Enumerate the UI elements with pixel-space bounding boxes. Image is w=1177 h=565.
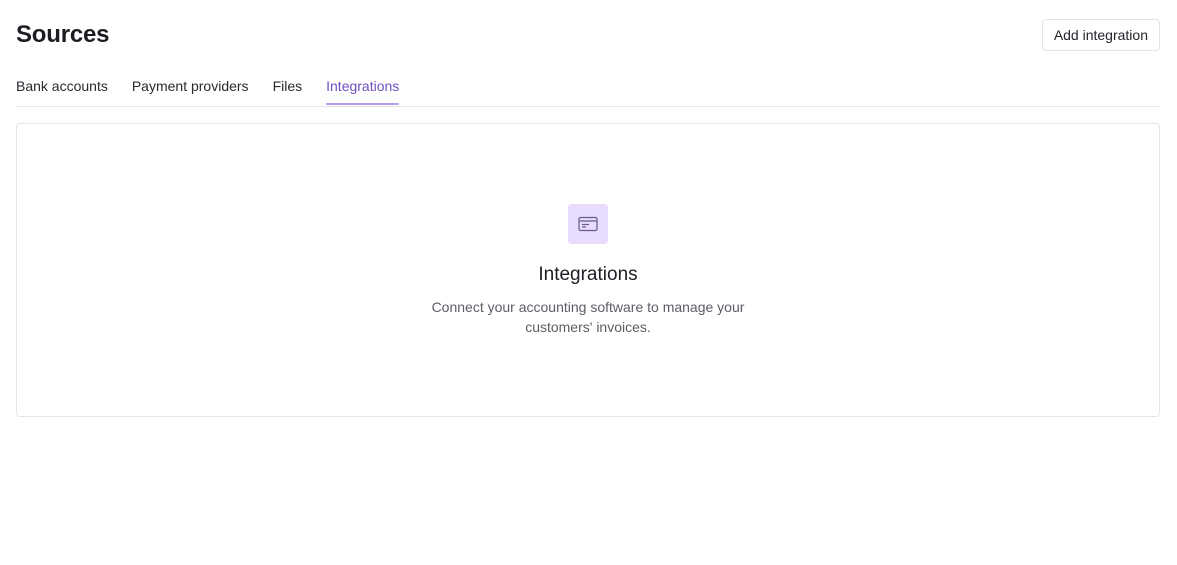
tab-payment-providers[interactable]: Payment providers — [132, 72, 249, 105]
integrations-panel: Integrations Connect your accounting sof… — [16, 123, 1160, 417]
tab-bank-accounts[interactable]: Bank accounts — [16, 72, 108, 105]
add-integration-button[interactable]: Add integration — [1041, 19, 1160, 51]
tab-files[interactable]: Files — [273, 72, 303, 105]
page-title: Sources — [16, 21, 110, 48]
tab-integrations[interactable]: Integrations — [326, 72, 400, 105]
sources-page: Sources Add integration Bank accounts Pa… — [0, 0, 1177, 565]
empty-state-title: Integrations — [538, 264, 638, 285]
page-header: Sources Add integration — [16, 19, 1160, 51]
empty-state-icon-tile — [568, 204, 608, 244]
empty-state: Integrations Connect your accounting sof… — [17, 204, 1159, 337]
empty-state-description: Connect your accounting software to mana… — [431, 299, 745, 335]
credit-card-icon — [578, 216, 598, 232]
source-tabs: Bank accounts Payment providers Files In… — [16, 72, 1160, 107]
